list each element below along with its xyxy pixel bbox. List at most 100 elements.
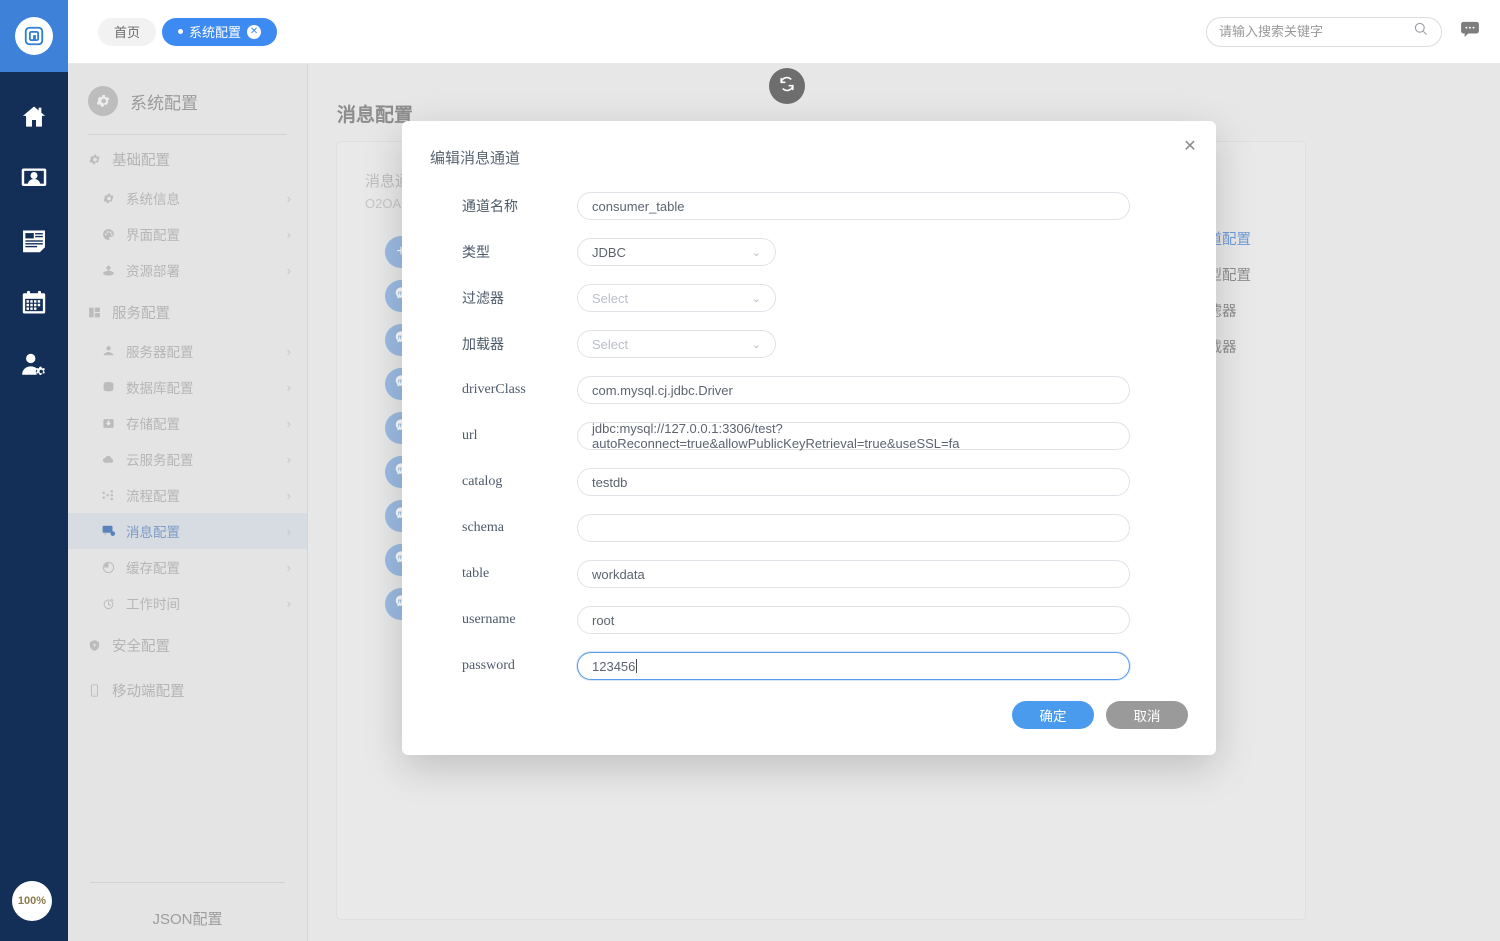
input-driverClass[interactable]: com.mysql.cj.jdbc.Driver (577, 376, 1130, 404)
tab-0[interactable]: 首页 (98, 17, 157, 46)
input-table[interactable]: workdata (577, 560, 1130, 588)
home-icon (20, 103, 48, 131)
storage-icon (102, 417, 117, 430)
sidebar-item-1-5[interactable]: 消息配置 › (68, 513, 307, 549)
settings-nav-group-2[interactable]: 安全配置 (68, 621, 307, 666)
input-username[interactable]: root (577, 606, 1130, 634)
gear-icon (102, 192, 117, 205)
field-value: testdb (592, 474, 628, 490)
chevron-right-icon: › (286, 226, 291, 242)
input-通道名称[interactable]: consumer_table (577, 192, 1130, 220)
tab-1[interactable]: 系统配置 ✕ (162, 17, 278, 46)
sidebar-item-1-7[interactable]: 工作时间 › (68, 585, 307, 621)
form-row-4: driverClass com.mysql.cj.jdbc.Driver (402, 367, 1216, 413)
sidebar-item-label: 流程配置 (126, 489, 180, 504)
app-rail: 100% (0, 0, 68, 941)
rail-item-meeting[interactable] (0, 148, 68, 210)
input-url[interactable]: jdbc:mysql://127.0.0.1:3306/test?autoRec… (577, 421, 1130, 451)
sidebar-item-label: 存储配置 (126, 417, 180, 432)
form-row-2: 过滤器 Select ⌄ (402, 275, 1216, 321)
confirm-button[interactable]: 确定 (1012, 701, 1094, 729)
select-类型[interactable]: JDBC ⌄ (577, 238, 776, 266)
search-box[interactable] (1206, 16, 1442, 47)
sidebar-item-0-2[interactable]: 资源部署 › (68, 252, 307, 288)
search-input[interactable] (1219, 24, 1413, 39)
settings-nav-group-0[interactable]: 基础配置 (68, 135, 307, 180)
sidebar-item-label: 系统信息 (126, 192, 180, 207)
field-value: workdata (592, 566, 645, 582)
cancel-button[interactable]: 取消 (1106, 701, 1188, 729)
input-catalog[interactable]: testdb (577, 468, 1130, 496)
chevron-right-icon: › (286, 190, 291, 206)
chevron-down-icon[interactable]: ⌄ (752, 292, 761, 305)
chevron-down-icon[interactable]: ⌄ (752, 246, 761, 259)
select-过滤器[interactable]: Select ⌄ (577, 284, 776, 312)
form-row-1: 类型 JDBC ⌄ (402, 229, 1216, 275)
sidebar-item-label: 数据库配置 (126, 381, 194, 396)
tab-label: 系统配置 (189, 25, 242, 40)
settings-sidebar-header: 系统配置 (68, 64, 307, 134)
sidebar-item-label: 消息配置 (126, 525, 180, 540)
chevron-right-icon: › (286, 523, 291, 539)
clock-icon (102, 597, 117, 610)
chevron-right-icon: › (286, 343, 291, 359)
rail-item-calendar[interactable] (0, 272, 68, 334)
close-icon[interactable]: ✕ (247, 24, 262, 39)
meeting-icon (20, 165, 48, 193)
chevron-down-icon[interactable]: ⌄ (752, 338, 761, 351)
settings-sidebar-title: 系统配置 (130, 93, 198, 113)
gear-icon (88, 86, 118, 116)
json-config-link[interactable]: JSON配置 (68, 908, 307, 929)
field-value: 123456 (592, 658, 636, 674)
rail-item-home[interactable] (0, 86, 68, 148)
sidebar-item-1-6[interactable]: 缓存配置 › (68, 549, 307, 585)
chevron-right-icon: › (286, 559, 291, 575)
field-placeholder: Select (592, 290, 629, 306)
sidebar-item-1-4[interactable]: 流程配置 › (68, 477, 307, 513)
sidebar-item-1-2[interactable]: 存储配置 › (68, 405, 307, 441)
input-password[interactable]: 123456 (577, 652, 1130, 680)
settings-nav-list: 基础配置 系统信息 › 界面配置 › 资源部署 › 服务配置 服务器配置 › 数据库配置 › 存储配置 ›… (68, 135, 307, 711)
chat-bubble-icon[interactable] (1460, 21, 1480, 42)
settings-nav-group-3[interactable]: 移动端配置 (68, 666, 307, 711)
search-icon[interactable] (1413, 21, 1429, 42)
app-logo[interactable] (0, 0, 68, 72)
select-加载器[interactable]: Select ⌄ (577, 330, 776, 358)
flow-icon (102, 489, 117, 502)
topbar-actions (1206, 16, 1480, 47)
tab-active-dot (178, 29, 184, 34)
rail-item-list (0, 72, 68, 396)
close-icon[interactable]: ✕ (1178, 133, 1202, 157)
sidebar-item-0-0[interactable]: 系统信息 › (68, 180, 307, 216)
sidebar-item-0-1[interactable]: 界面配置 › (68, 216, 307, 252)
form-row-5: url jdbc:mysql://127.0.0.1:3306/test?auto… (402, 413, 1216, 459)
field-label-8: table (462, 566, 490, 581)
field-label-7: schema (462, 520, 504, 535)
rail-item-person-settings[interactable] (0, 334, 68, 396)
card-subheading: O2OA (365, 196, 402, 211)
chevron-right-icon: › (286, 595, 291, 611)
settings-nav-group-label: 移动端配置 (112, 684, 185, 700)
field-label-4: driverClass (462, 382, 526, 397)
settings-nav-group-1[interactable]: 服务配置 (68, 288, 307, 333)
refresh-button[interactable] (769, 68, 805, 104)
field-label-6: catalog (462, 474, 503, 489)
input-schema[interactable] (577, 514, 1130, 542)
upload-icon (102, 264, 117, 277)
field-label-3: 加载器 (462, 336, 504, 352)
settings-sidebar: 系统配置 基础配置 系统信息 › 界面配置 › 资源部署 › 服务配置 服务器配置 › 数据库配置 ›… (68, 64, 308, 941)
refresh-icon (777, 74, 797, 99)
dialog-actions: 确定 取消 (1012, 701, 1188, 729)
sidebar-item-1-0[interactable]: 服务器配置 › (68, 333, 307, 369)
sidebar-item-1-3[interactable]: 云服务配置 › (68, 441, 307, 477)
settings-nav-group-label: 安全配置 (112, 639, 170, 655)
text-caret (636, 659, 638, 673)
person-settings-icon (20, 351, 48, 379)
gear-icon (88, 153, 103, 166)
sidebar-item-label: 服务器配置 (126, 345, 194, 360)
rail-item-news[interactable] (0, 210, 68, 272)
field-label-2: 过滤器 (462, 290, 504, 306)
sidebar-item-1-1[interactable]: 数据库配置 › (68, 369, 307, 405)
zoom-level-badge[interactable]: 100% (12, 881, 52, 921)
form-row-7: schema (402, 505, 1216, 551)
